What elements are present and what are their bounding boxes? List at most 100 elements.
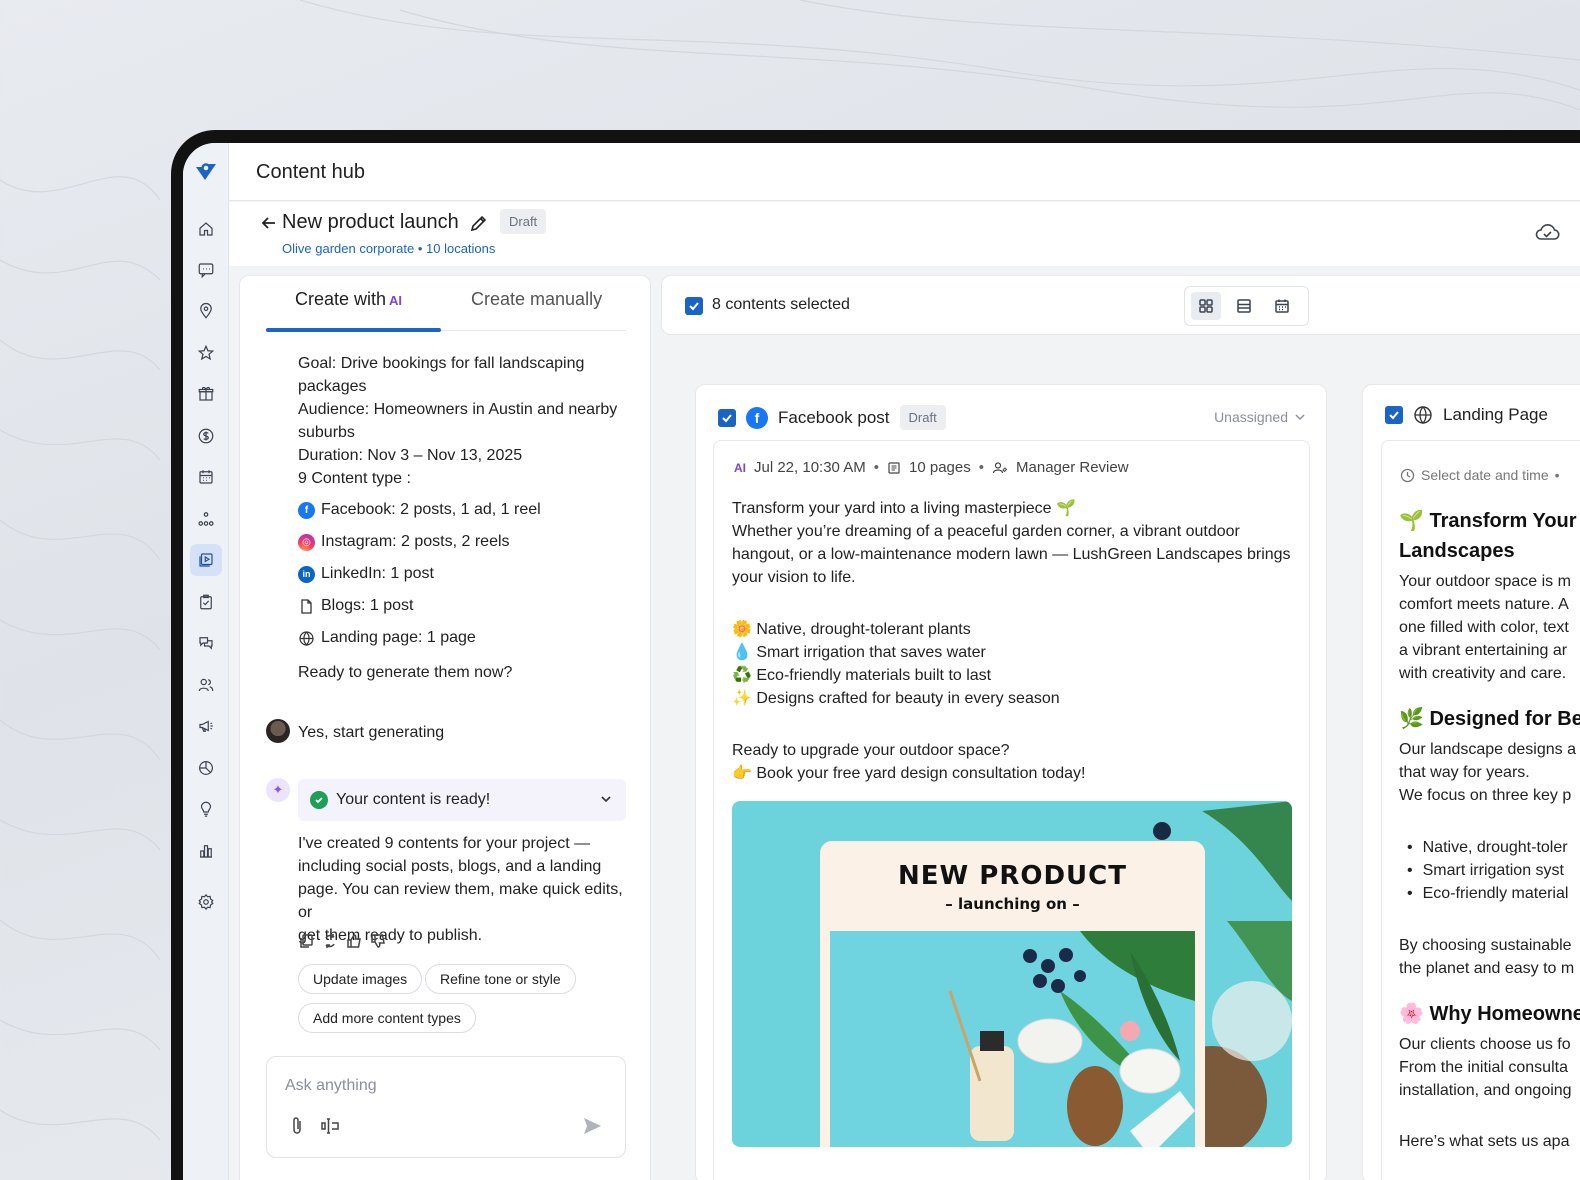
select-all-checkbox[interactable] [685,297,703,315]
facebook-icon: f [746,406,768,429]
document-icon [301,598,312,614]
check-circle-icon [310,791,328,809]
separator-dot: • [978,459,985,476]
nav-payments[interactable] [190,420,222,452]
content-type-linkedin: in LinkedIn: 1 post [298,565,434,583]
post-line: Transform your yard into a living master… [732,500,1076,517]
nav-locations[interactable] [190,295,222,327]
ai-question: Ready to generate them now? [298,664,513,681]
ready-label: Your content is ready! [336,791,491,808]
tab-create-with-ai[interactable]: Create with AI [295,289,402,310]
network-icon [198,512,214,526]
card-header: f Facebook post Draft [718,405,946,430]
nav-settings[interactable] [190,886,222,918]
ask-input[interactable]: Ask anything [266,1056,626,1158]
text-cursor-icon[interactable] [319,1115,341,1137]
nav-analytics[interactable] [190,835,222,867]
copy-icon[interactable] [298,933,314,949]
message-line: I've created 9 contents for your project… [298,835,591,852]
post-line: your vision to life. [732,569,856,586]
nav-reports[interactable] [190,752,222,784]
nav-rewards[interactable] [190,378,222,410]
ai-assistant-avatar-icon: ✦ [266,778,290,802]
ai-message: I've created 9 contents for your project… [298,832,633,947]
content-card-landing-page[interactable]: Landing Page Select date and time • 🌱 Tr… [1362,384,1580,1180]
send-icon[interactable] [581,1115,603,1137]
nav-reviews[interactable] [190,337,222,369]
selection-toolbar: 8 contents selected [661,275,1580,335]
content-card-facebook[interactable]: f Facebook post Draft Unassigned AI Jul … [695,384,1327,1180]
brief-line: 9 Content type : [298,470,411,487]
tab-create-manually[interactable]: Create manually [471,289,602,310]
message-line: including social posts, blogs, and a lan… [298,858,602,875]
grid-view-button[interactable] [1191,292,1221,320]
feedback-actions [298,933,386,949]
date-placeholder: Select date and time [1421,467,1549,483]
pie-chart-icon [199,761,213,775]
schedule-picker[interactable]: Select date and time • [1400,467,1560,483]
bar-chart-icon [200,845,212,858]
post-meta: AI Jul 22, 10:30 AM • 10 pages • Manager… [734,459,1129,476]
nav-home[interactable] [190,213,222,245]
cloud-sync-icon[interactable] [1534,221,1560,243]
clock-icon [1400,468,1415,482]
gift-icon [198,386,214,401]
attach-paperclip-icon[interactable] [287,1115,309,1137]
landing-bullets: Native, drought-toler Smart irrigation s… [1399,836,1569,905]
chip-add-content-types[interactable]: Add more content types [298,1003,476,1033]
users-icon [198,678,214,692]
nav-workflows[interactable] [190,503,222,535]
feature-line: ✨ Designs crafted for beauty in every se… [732,690,1060,707]
content-ready-dropdown[interactable]: Your content is ready! [298,779,626,821]
nav-chat[interactable] [190,627,222,659]
brief-line: Audience: Homeowners in Austin and nearb… [298,401,618,418]
list-icon [1237,299,1251,313]
post-intro: Transform your yard into a living master… [732,497,1297,589]
thumbs-down-icon[interactable] [370,933,386,949]
nav-tasks[interactable] [190,586,222,618]
calendar-view-button[interactable] [1267,292,1297,320]
project-header: New product launch Draft Olive garden co… [229,202,1580,266]
star-icon [197,344,215,361]
nav-campaigns[interactable] [190,710,222,742]
card-checkbox[interactable] [1385,406,1403,424]
text-line: By choosing sustainable [1399,937,1572,954]
list-view-button[interactable] [1229,292,1259,320]
reviewer-icon [992,461,1008,473]
chip-update-images[interactable]: Update images [298,964,423,994]
nav-insights[interactable] [190,793,222,825]
assignee-dropdown[interactable]: Unassigned [1214,409,1306,425]
regenerate-icon[interactable] [322,933,338,949]
feature-line: ♻️ Eco-friendly materials built to last [732,667,992,684]
image-subtitle: – launching on – [945,895,1080,913]
project-subtitle[interactable]: Olive garden corporate • 10 locations [282,241,495,256]
calendar-icon [1275,299,1289,313]
nav-calendar[interactable] [190,461,222,493]
thumbs-up-icon[interactable] [346,933,362,949]
product-photo [830,931,1195,1147]
card-header: Landing Page [1385,405,1548,425]
nav-content-hub[interactable] [190,544,222,576]
status-badge: Draft [500,209,547,234]
landing-paragraph-3: By choosing sustainable the planet and e… [1399,934,1574,980]
post-image[interactable]: NEW PRODUCT – launching on – [732,801,1292,1147]
nav-messages[interactable] [190,254,222,286]
landing-paragraph-2: Our landscape designs a that way for yea… [1399,738,1576,807]
chip-refine-tone[interactable]: Refine tone or style [425,964,576,994]
content-icon [199,553,213,567]
globe-icon [1414,406,1432,424]
content-type-label: LinkedIn: 1 post [321,565,434,582]
edit-pencil-icon[interactable] [469,213,489,233]
chevron-down-icon [601,796,611,803]
nav-contacts[interactable] [190,669,222,701]
linkedin-icon: in [298,565,315,583]
post-preview: AI Jul 22, 10:30 AM • 10 pages • Manager… [713,440,1310,1180]
back-arrow-icon[interactable] [259,213,279,233]
brief-text: Goal: Drive bookings for fall landscapin… [298,352,633,490]
post-cta: Ready to upgrade your outdoor space? 👉 B… [732,739,1297,785]
top-bar: Content hub [229,143,1580,201]
card-checkbox[interactable] [718,408,736,427]
brand-logo-icon [196,163,216,180]
card-type-label: Facebook post [778,407,890,427]
content-type-label: Landing page: 1 page [321,629,476,646]
